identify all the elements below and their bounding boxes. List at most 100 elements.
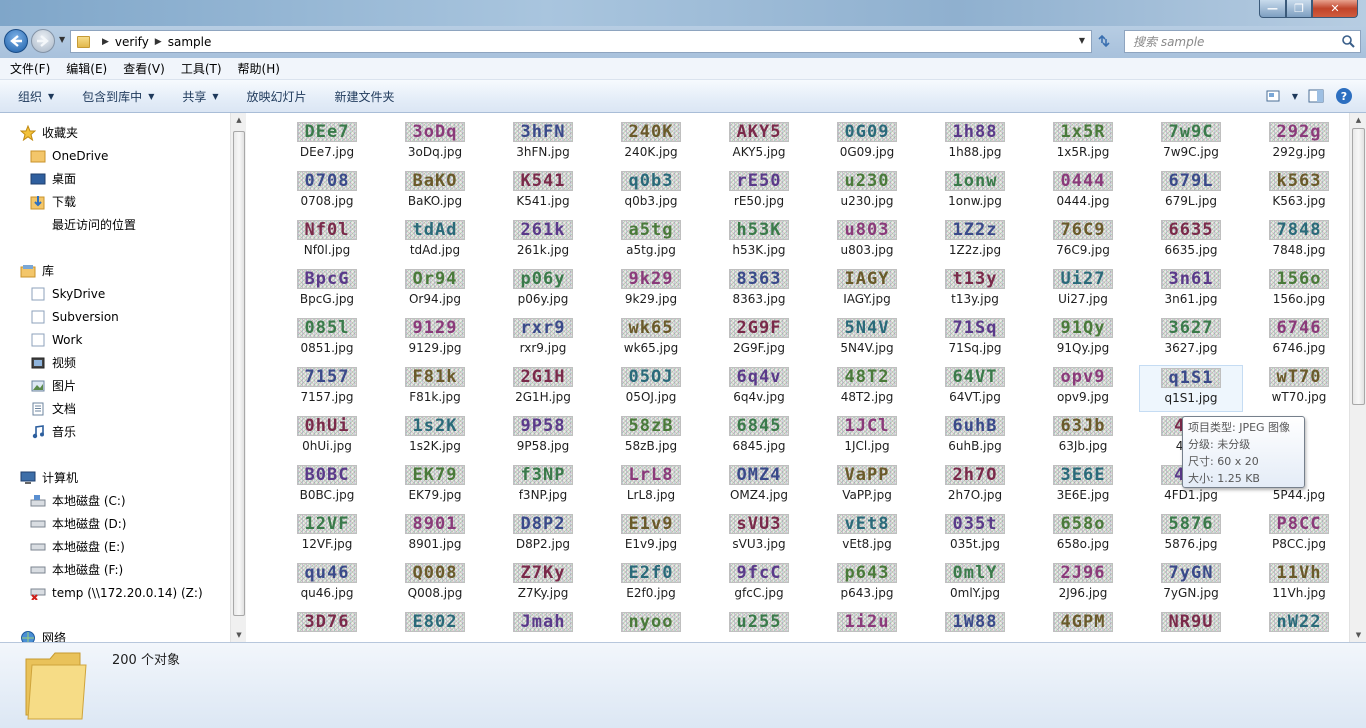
sidebar-item-network-drive-z[interactable]: temp (\\172.20.0.14) (Z:) — [30, 581, 203, 604]
file-item[interactable]: AKY5 AKY5.jpg — [707, 120, 811, 167]
file-item[interactable]: 58zB 58zB.jpg — [599, 414, 703, 461]
file-item[interactable]: E802 — [383, 610, 487, 642]
libraries-group[interactable]: 库 — [20, 259, 54, 282]
file-item[interactable]: h53K h53K.jpg — [707, 218, 811, 265]
file-item[interactable]: 76C9 76C9.jpg — [1031, 218, 1135, 265]
file-item[interactable]: 8901 8901.jpg — [383, 512, 487, 559]
file-item[interactable]: qu46 qu46.jpg — [275, 561, 379, 608]
file-item[interactable]: 0G09 0G09.jpg — [815, 120, 919, 167]
file-item[interactable]: 679L 679L.jpg — [1139, 169, 1243, 216]
file-item[interactable]: E2f0 E2f0.jpg — [599, 561, 703, 608]
chevron-down-icon[interactable]: ▼ — [1292, 92, 1298, 101]
file-item[interactable]: 9k29 9k29.jpg — [599, 267, 703, 314]
sidebar-item-pictures[interactable]: 图片 — [30, 374, 76, 397]
address-history-dropdown[interactable]: ▼ — [1079, 36, 1085, 45]
file-item[interactable]: 2G1H 2G1H.jpg — [491, 365, 595, 412]
file-item[interactable]: 0mlY 0mlY.jpg — [923, 561, 1027, 608]
file-item[interactable]: 2h7O 2h7O.jpg — [923, 463, 1027, 510]
file-item[interactable]: 91Qy 91Qy.jpg — [1031, 316, 1135, 363]
file-item[interactable]: rxr9 rxr9.jpg — [491, 316, 595, 363]
sidebar-item-downloads[interactable]: 下载 — [30, 190, 76, 213]
file-item[interactable]: 6635 6635.jpg — [1139, 218, 1243, 265]
file-item[interactable]: BpcG BpcG.jpg — [275, 267, 379, 314]
minimize-button[interactable]: — — [1259, 0, 1286, 18]
file-item[interactable]: f3NP f3NP.jpg — [491, 463, 595, 510]
file-item[interactable]: 0708 0708.jpg — [275, 169, 379, 216]
file-item[interactable]: 1W88 — [923, 610, 1027, 642]
file-item[interactable]: 240K 240K.jpg — [599, 120, 703, 167]
organize-button[interactable]: 组织 ▼ — [8, 88, 64, 105]
file-item[interactable]: 9fcC gfcC.jpg — [707, 561, 811, 608]
file-item[interactable]: 3E6E 3E6E.jpg — [1031, 463, 1135, 510]
file-item[interactable]: 0hUi 0hUi.jpg — [275, 414, 379, 461]
close-button[interactable]: ✕ — [1312, 0, 1358, 18]
file-item[interactable]: 292g 292g.jpg — [1247, 120, 1349, 167]
file-item[interactable]: 71Sq 71Sq.jpg — [923, 316, 1027, 363]
sidebar-item-subversion[interactable]: Subversion — [30, 305, 119, 328]
menu-tools[interactable]: 工具(T) — [173, 60, 230, 77]
share-button[interactable]: 共享 ▼ — [172, 88, 228, 105]
file-item[interactable]: 3D76 — [275, 610, 379, 642]
file-item[interactable]: 5N4V 5N4V.jpg — [815, 316, 919, 363]
sidebar-item-drive-f[interactable]: 本地磁盘 (F:) — [30, 558, 123, 581]
new-folder-button[interactable]: 新建文件夹 — [325, 88, 405, 105]
file-item[interactable]: 156o 156o.jpg — [1247, 267, 1349, 314]
file-list-scrollbar[interactable]: ▲ ▼ — [1349, 113, 1366, 642]
file-item[interactable]: 8363 8363.jpg — [707, 267, 811, 314]
file-item[interactable]: 12VF 12VF.jpg — [275, 512, 379, 559]
menu-help[interactable]: 帮助(H) — [230, 60, 288, 77]
file-item[interactable]: DEe7 DEe7.jpg — [275, 120, 379, 167]
file-item[interactable]: Or94 Or94.jpg — [383, 267, 487, 314]
refresh-button[interactable] — [1095, 33, 1113, 51]
file-item[interactable]: Ui27 Ui27.jpg — [1031, 267, 1135, 314]
file-item[interactable]: t13y t13y.jpg — [923, 267, 1027, 314]
sidebar-item-drive-d[interactable]: 本地磁盘 (D:) — [30, 512, 126, 535]
file-item[interactable]: u803 u803.jpg — [815, 218, 919, 265]
menu-file[interactable]: 文件(F) — [2, 60, 58, 77]
sidebar-item-recent-places[interactable]: 最近访问的位置 — [30, 213, 136, 236]
file-item[interactable]: nW22 — [1247, 610, 1349, 642]
sidebar-item-onedrive[interactable]: OneDrive — [30, 144, 108, 167]
file-item[interactable]: 7848 7848.jpg — [1247, 218, 1349, 265]
file-item[interactable]: 261k 261k.jpg — [491, 218, 595, 265]
include-in-library-button[interactable]: 包含到库中 ▼ — [72, 88, 164, 105]
file-item[interactable]: E1v9 E1v9.jpg — [599, 512, 703, 559]
file-item[interactable]: BaKO BaKO.jpg — [383, 169, 487, 216]
file-item[interactable]: Z7Ky Z7Ky.jpg — [491, 561, 595, 608]
file-item[interactable]: 11Vh 11Vh.jpg — [1247, 561, 1349, 608]
scroll-down-arrow-icon[interactable]: ▼ — [1350, 628, 1366, 642]
file-item[interactable]: 7w9C 7w9C.jpg — [1139, 120, 1243, 167]
file-item[interactable]: F81k F81k.jpg — [383, 365, 487, 412]
file-item[interactable]: 48T2 48T2.jpg — [815, 365, 919, 412]
sidebar-item-skydrive[interactable]: SkyDrive — [30, 282, 105, 305]
sidebar-item-videos[interactable]: 视频 — [30, 351, 76, 374]
change-view-button[interactable] — [1264, 86, 1284, 106]
file-item[interactable]: Q008 Q008.jpg — [383, 561, 487, 608]
chevron-right-icon[interactable]: ▶ — [102, 37, 109, 47]
scroll-up-arrow-icon[interactable]: ▲ — [1350, 113, 1366, 127]
sidebar-item-drive-c[interactable]: 本地磁盘 (C:) — [30, 489, 126, 512]
file-item[interactable]: 64VT 64VT.jpg — [923, 365, 1027, 412]
search-icon[interactable] — [1341, 34, 1355, 48]
file-item[interactable]: p643 p643.jpg — [815, 561, 919, 608]
slideshow-button[interactable]: 放映幻灯片 — [237, 88, 317, 105]
favorites-group[interactable]: 收藏夹 — [20, 121, 78, 144]
file-item[interactable]: 3oDq 3oDq.jpg — [383, 120, 487, 167]
chevron-right-icon[interactable]: ▶ — [155, 37, 162, 47]
file-item[interactable]: a5tg a5tg.jpg — [599, 218, 703, 265]
computer-group[interactable]: 计算机 — [20, 466, 78, 489]
file-item[interactable]: 7157 7157.jpg — [275, 365, 379, 412]
file-item[interactable]: EK79 EK79.jpg — [383, 463, 487, 510]
recent-pages-dropdown[interactable]: ▼ — [59, 35, 65, 44]
search-placeholder[interactable]: 搜索 sample — [1133, 33, 1204, 50]
file-item[interactable]: opv9 opv9.jpg — [1031, 365, 1135, 412]
file-item[interactable]: 6845 6845.jpg — [707, 414, 811, 461]
file-item[interactable]: q1S1 q1S1.jpg — [1139, 365, 1243, 412]
back-button[interactable] — [4, 29, 28, 53]
file-item[interactable]: 3n61 3n61.jpg — [1139, 267, 1243, 314]
forward-button[interactable] — [31, 29, 55, 53]
file-item[interactable]: Nf0l Nf0l.jpg — [275, 218, 379, 265]
scroll-thumb[interactable] — [1352, 128, 1365, 405]
file-item[interactable]: Jmah — [491, 610, 595, 642]
scroll-down-arrow-icon[interactable]: ▼ — [231, 628, 247, 642]
